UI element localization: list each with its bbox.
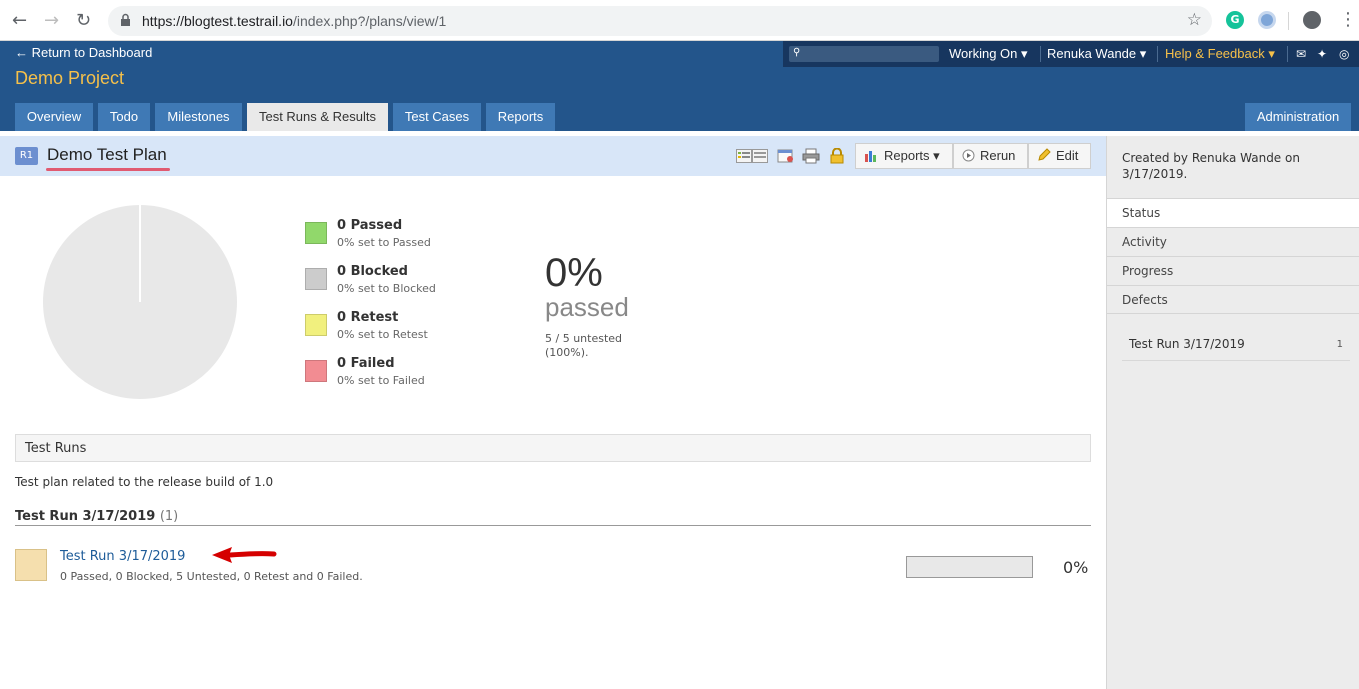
legend-title: 0 Failed bbox=[337, 356, 395, 371]
forward-icon[interactable]: → bbox=[44, 10, 59, 31]
tab-overview[interactable]: Overview bbox=[15, 103, 93, 131]
title-highlight-underline bbox=[46, 168, 170, 171]
reports-label: Reports ▾ bbox=[884, 148, 940, 163]
browser-toolbar: ← → ↻ https://blogtest.testrail.io/index… bbox=[0, 0, 1359, 41]
topbar-divider bbox=[1157, 46, 1158, 62]
run-group-title: Test Run 3/17/2019 (1) bbox=[15, 509, 178, 524]
legend-subtitle: 0% set to Passed bbox=[337, 236, 431, 249]
twitter-icon[interactable]: ✦ bbox=[1317, 47, 1327, 61]
topbar-divider bbox=[1040, 46, 1041, 62]
plan-title-bar: R1 Demo Test Plan Reports ▾ Rerun Edit bbox=[0, 136, 1106, 176]
plan-id-badge: R1 bbox=[15, 147, 38, 165]
legend-subtitle: 0% set to Failed bbox=[337, 374, 425, 387]
reload-icon[interactable]: ↻ bbox=[76, 10, 91, 31]
test-run-summary: 0 Passed, 0 Blocked, 5 Untested, 0 Retes… bbox=[60, 570, 363, 583]
view-toggle-icon[interactable] bbox=[736, 148, 768, 164]
status-pie-chart bbox=[43, 205, 237, 399]
divider bbox=[15, 525, 1091, 526]
play-icon bbox=[962, 149, 975, 162]
run-group-count: (1) bbox=[159, 509, 179, 524]
return-to-dashboard-link[interactable]: ← Return to Dashboard bbox=[15, 45, 152, 60]
mail-icon[interactable]: ✉ bbox=[1296, 47, 1306, 61]
lock-icon bbox=[121, 13, 130, 26]
edit-label: Edit bbox=[1056, 148, 1079, 163]
legend-title: 0 Blocked bbox=[337, 264, 408, 279]
legend-subtitle: 0% set to Retest bbox=[337, 328, 428, 341]
browser-menu-icon[interactable]: ⋮ bbox=[1339, 9, 1357, 30]
run-progress-bar bbox=[906, 556, 1033, 578]
sidebar-tab-status[interactable]: Status bbox=[1107, 198, 1359, 227]
rerun-button[interactable]: Rerun bbox=[953, 143, 1028, 169]
untested-summary: 5 / 5 untested (100%). bbox=[545, 332, 645, 360]
legend-title: 0 Passed bbox=[337, 218, 403, 233]
print-icon[interactable] bbox=[802, 148, 820, 164]
failed-swatch bbox=[305, 360, 327, 382]
section-title: Test Runs bbox=[25, 441, 87, 456]
search-icon: ⚲ bbox=[793, 47, 801, 58]
run-group-name: Test Run 3/17/2019 bbox=[15, 509, 156, 524]
created-by-text: Created by Renuka Wande on 3/17/2019. bbox=[1122, 151, 1300, 181]
tab-test-cases[interactable]: Test Cases bbox=[393, 103, 481, 131]
sidebar-tab-activity[interactable]: Activity bbox=[1107, 227, 1359, 256]
account-icon[interactable] bbox=[1303, 11, 1321, 29]
search-input[interactable]: ⚲ bbox=[789, 46, 939, 62]
rss-icon[interactable]: ◎ bbox=[1339, 47, 1349, 61]
sidebar-tab-defects[interactable]: Defects bbox=[1107, 285, 1359, 314]
topbar-divider bbox=[1287, 46, 1288, 62]
blocked-swatch bbox=[305, 268, 327, 290]
sidebar-run-count: 1 bbox=[1336, 339, 1343, 350]
help-feedback-menu[interactable]: Help & Feedback ▾ bbox=[1165, 46, 1275, 62]
page-title: Demo Test Plan bbox=[47, 145, 167, 164]
sidebar: Created by Renuka Wande on 3/17/2019. St… bbox=[1106, 136, 1359, 689]
run-status-swatch bbox=[15, 549, 47, 581]
extension-icon[interactable] bbox=[1258, 11, 1276, 29]
sidebar-run-item[interactable]: Test Run 3/17/2019 1 bbox=[1122, 334, 1350, 361]
address-bar[interactable]: https://blogtest.testrail.io/index.php?/… bbox=[108, 6, 1212, 36]
test-run-link[interactable]: Test Run 3/17/2019 bbox=[60, 549, 185, 564]
export-icon[interactable] bbox=[777, 148, 795, 164]
test-runs-section-header: Test Runs bbox=[15, 434, 1091, 462]
url-text: https://blogtest.testrail.io/index.php?/… bbox=[142, 13, 447, 29]
retest-swatch bbox=[305, 314, 327, 336]
back-icon[interactable]: ← bbox=[12, 10, 27, 31]
run-percent: 0% bbox=[1063, 558, 1089, 577]
user-menu[interactable]: Renuka Wande ▾ bbox=[1047, 46, 1146, 62]
legend-subtitle: 0% set to Blocked bbox=[337, 282, 436, 295]
top-bar: ⚲ Working On ▾ Renuka Wande ▾ Help & Fee… bbox=[783, 41, 1359, 67]
toolbar-divider bbox=[1288, 12, 1289, 30]
project-name[interactable]: Demo Project bbox=[15, 68, 124, 89]
tab-todo[interactable]: Todo bbox=[98, 103, 150, 131]
tab-administration[interactable]: Administration bbox=[1245, 103, 1351, 131]
tab-milestones[interactable]: Milestones bbox=[155, 103, 242, 131]
lock-icon[interactable] bbox=[828, 148, 846, 164]
bookmark-star-icon[interactable]: ☆ bbox=[1187, 10, 1202, 30]
passed-swatch bbox=[305, 222, 327, 244]
reports-dropdown-button[interactable]: Reports ▾ bbox=[855, 143, 953, 169]
edit-button[interactable]: Edit bbox=[1028, 143, 1091, 169]
untested-percent: (100%). bbox=[545, 346, 589, 359]
passed-label: passed bbox=[545, 292, 629, 322]
plan-description: Test plan related to the release build o… bbox=[15, 475, 274, 489]
passed-percent: 0% bbox=[545, 251, 603, 295]
working-on-menu[interactable]: Working On ▾ bbox=[949, 46, 1028, 62]
grammarly-extension-icon[interactable]: G bbox=[1226, 11, 1244, 29]
chart-icon bbox=[865, 151, 876, 162]
sidebar-run-name: Test Run 3/17/2019 bbox=[1129, 337, 1245, 351]
red-arrow-annotation bbox=[212, 547, 277, 563]
legend-title: 0 Retest bbox=[337, 310, 399, 325]
untested-count: 5 / 5 untested bbox=[545, 332, 623, 345]
app-header: ← Return to Dashboard Demo Project ⚲ Wor… bbox=[0, 41, 1359, 131]
rerun-label: Rerun bbox=[980, 148, 1016, 163]
tab-reports[interactable]: Reports bbox=[486, 103, 555, 131]
pencil-icon bbox=[1038, 148, 1051, 161]
sidebar-tab-progress[interactable]: Progress bbox=[1107, 256, 1359, 285]
tab-test-runs-results[interactable]: Test Runs & Results bbox=[247, 103, 388, 131]
